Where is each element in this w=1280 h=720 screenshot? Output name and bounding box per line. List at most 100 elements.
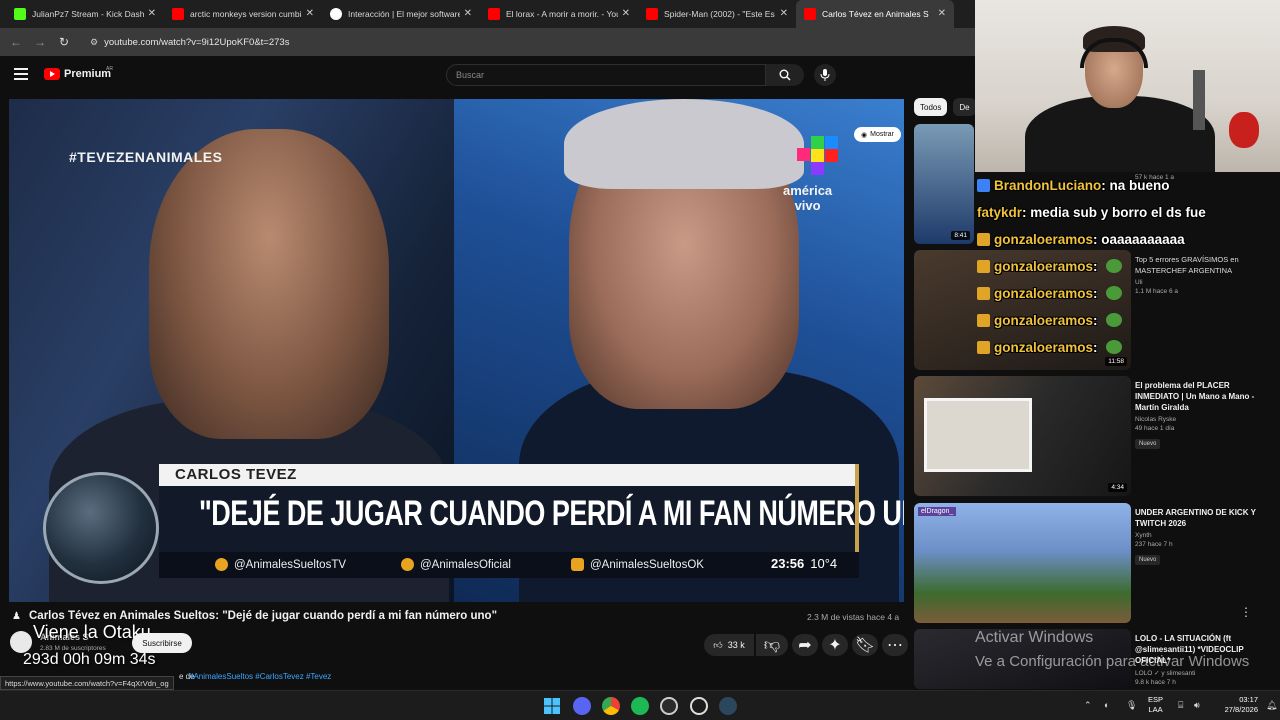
thumbs-up-icon: 👍︎ — [713, 639, 723, 650]
youtube-play-icon — [44, 68, 60, 80]
recommendation-info: Top 5 errores GRAVÍSIMOS en MASTERCHEF A… — [1135, 255, 1239, 295]
close-tab-icon[interactable]: ✕ — [464, 8, 472, 19]
chip-todos[interactable]: Todos — [914, 98, 948, 116]
youtube-icon — [172, 8, 184, 20]
video-meta: 2.3 M de vistas hace 4 a — [807, 612, 900, 622]
chat-badge-icon — [977, 179, 990, 192]
close-tab-icon[interactable]: ✕ — [938, 8, 946, 19]
crown-badge-icon — [977, 233, 990, 246]
youtube-logo[interactable]: Premium AR — [44, 66, 113, 80]
social-twitter: @AnimalesOficial — [401, 558, 511, 571]
url-field[interactable]: ⚙ youtube.com/watch?v=9i12UpoKF0&t=273s — [90, 37, 289, 48]
thumbnail-inset — [924, 398, 1032, 472]
tray-chevron-icon[interactable]: ⌃ — [1084, 700, 1092, 711]
more-actions-button[interactable]: ⋯ — [882, 634, 908, 656]
video-title: Carlos Tévez en Animales Sueltos: "Dejé … — [29, 610, 498, 622]
network-icon[interactable]: ⌸ — [1178, 700, 1183, 711]
thumbnail-tag: elDragon_ — [918, 507, 957, 516]
chip-de[interactable]: De — [953, 98, 976, 116]
recommendation-thumbnail[interactable]: 8:41 — [914, 124, 974, 244]
browser-tab[interactable]: El lorax - A morir a morir. - You ✕ — [480, 0, 638, 28]
browser-tab[interactable]: JulianPz7 Stream - Kick Dashbo ✕ — [6, 0, 164, 28]
ask-button[interactable]: ✦ — [822, 634, 848, 656]
spotify-icon[interactable] — [631, 697, 649, 715]
system-clock[interactable]: 03:17 27/8/2026 — [1212, 695, 1258, 715]
recommendation-thumbnail[interactable]: 4:34 — [914, 376, 1131, 496]
chat-message: gonzaloeramos: — [977, 286, 1122, 301]
tray-mic-icon[interactable]: 🎙︎ — [1126, 700, 1137, 711]
twitter-icon — [401, 558, 414, 571]
channel-avatar[interactable] — [10, 631, 32, 653]
browser-tab[interactable]: Spider-Man (2002) - "Este Es M ✕ — [638, 0, 796, 28]
social-instagram: @AnimalesSueltosOK — [571, 558, 704, 571]
interviewee-face — [149, 129, 389, 439]
mostrar-button[interactable]: ◉ Mostrar — [854, 127, 901, 142]
more-options-icon[interactable]: ⋮ — [1240, 605, 1252, 619]
windows-activation-watermark: Activar Windows Ve a Configuración para … — [975, 629, 1250, 670]
youtube-icon — [646, 8, 658, 20]
description-hashtags[interactable]: #AnimalesSueltos #CarlosTevez #Tevez — [189, 672, 331, 681]
show-emblem-icon — [43, 472, 159, 584]
spiderman-figure — [1229, 112, 1259, 148]
language-indicator[interactable]: ESP LAA — [1148, 695, 1163, 715]
broadcast-clock: 23:56 10°4 — [771, 556, 838, 571]
site-info-icon[interactable]: ⚙ — [90, 37, 98, 48]
video-hashtag: #TEVEZENANIMALES — [69, 149, 223, 165]
chat-message: BrandonLuciano: na bueno — [977, 178, 1170, 193]
back-icon[interactable]: ← — [4, 35, 28, 49]
sidebar-chips: Todos De — [914, 98, 976, 116]
reload-icon[interactable]: ↻ — [52, 35, 76, 49]
chat-message: gonzaloeramos: — [977, 340, 1122, 355]
close-tab-icon[interactable]: ✕ — [306, 8, 314, 19]
voice-search-button[interactable] — [814, 64, 836, 86]
chat-message: gonzaloeramos: — [977, 313, 1122, 328]
lower-third-name: CARLOS TEVEZ — [175, 466, 297, 483]
browser-tab-strip: JulianPz7 Stream - Kick Dashbo ✕ arctic m… — [0, 0, 975, 28]
youtube-icon — [804, 8, 816, 20]
close-tab-icon[interactable]: ✕ — [148, 8, 156, 19]
close-tab-icon[interactable]: ✕ — [780, 8, 788, 19]
crown-badge-icon — [977, 260, 990, 273]
taskbar: ⌃ ◐ 🎙︎ ESP LAA ⌸ 🔊︎ 03:17 27/8/2026 🔔︎ — [0, 690, 1280, 720]
recommendation-info: UNDER ARGENTINO DE KICK Y TWITCH 2026 Xy… — [1135, 508, 1256, 565]
america-logo — [797, 136, 839, 175]
youtube-brand: Premium — [64, 68, 112, 80]
share-button[interactable]: ➦ — [792, 634, 818, 656]
new-badge: Nuevo — [1135, 555, 1161, 565]
close-tab-icon[interactable]: ✕ — [622, 8, 630, 19]
steam-icon[interactable] — [719, 697, 737, 715]
volume-icon[interactable]: 🔊︎ — [1194, 700, 1200, 711]
capcut-icon[interactable] — [660, 697, 678, 715]
recommendation-thumbnail[interactable]: elDragon_ — [914, 503, 1131, 623]
dislike-button[interactable]: 👎︎ — [756, 634, 788, 656]
kick-icon — [14, 8, 26, 20]
chat-message: fatykdr: media sub y borro el ds fue — [977, 205, 1206, 220]
subscribe-button[interactable]: Suscribirse — [132, 633, 192, 653]
forward-icon[interactable]: → — [28, 35, 52, 49]
address-bar: ← → ↻ ⚙ youtube.com/watch?v=9i12UpoKF0&t… — [0, 28, 975, 56]
search-button[interactable] — [766, 64, 804, 86]
video-player[interactable]: #TEVEZENANIMALES ◉ Mostrar américa vivo C… — [9, 99, 904, 602]
search-input[interactable]: Buscar — [446, 64, 766, 86]
recommendation-info: El problema del PLACER INMEDIATO | Un Ma… — [1135, 381, 1255, 449]
browser-tab[interactable]: Interacción | El mejor software ✕ — [322, 0, 480, 28]
crown-badge-icon — [977, 287, 990, 300]
menu-icon[interactable] — [14, 68, 28, 80]
emote-icon — [1105, 286, 1122, 300]
like-button[interactable]: 👍︎ 33 k — [704, 634, 754, 656]
thumbs-down-icon: 👎︎ — [763, 636, 781, 654]
browser-tab-active[interactable]: Carlos Tévez en Animales S ✕ — [796, 0, 954, 28]
lower-third-quote: "DEJÉ DE JUGAR CUANDO PERDÍ A MI FAN NÚM… — [199, 494, 904, 533]
new-badge: Nuevo — [1135, 439, 1161, 449]
tray-app-icon[interactable]: ◐ — [1104, 700, 1109, 710]
save-button[interactable]: 🔖︎ — [852, 634, 878, 656]
lower-third-socials: @AnimalesSueltosTV @AnimalesOficial @Ani… — [159, 552, 859, 578]
facebook-icon — [215, 558, 228, 571]
microphone-icon — [820, 69, 830, 81]
browser-tab[interactable]: arctic monkeys version cumbia ✕ — [164, 0, 322, 28]
notifications-icon[interactable]: 🔔︎ — [1266, 700, 1277, 711]
windows-start-icon[interactable] — [543, 697, 561, 715]
obs-icon[interactable] — [690, 697, 708, 715]
chrome-icon[interactable] — [602, 697, 620, 715]
discord-icon[interactable] — [573, 697, 591, 715]
